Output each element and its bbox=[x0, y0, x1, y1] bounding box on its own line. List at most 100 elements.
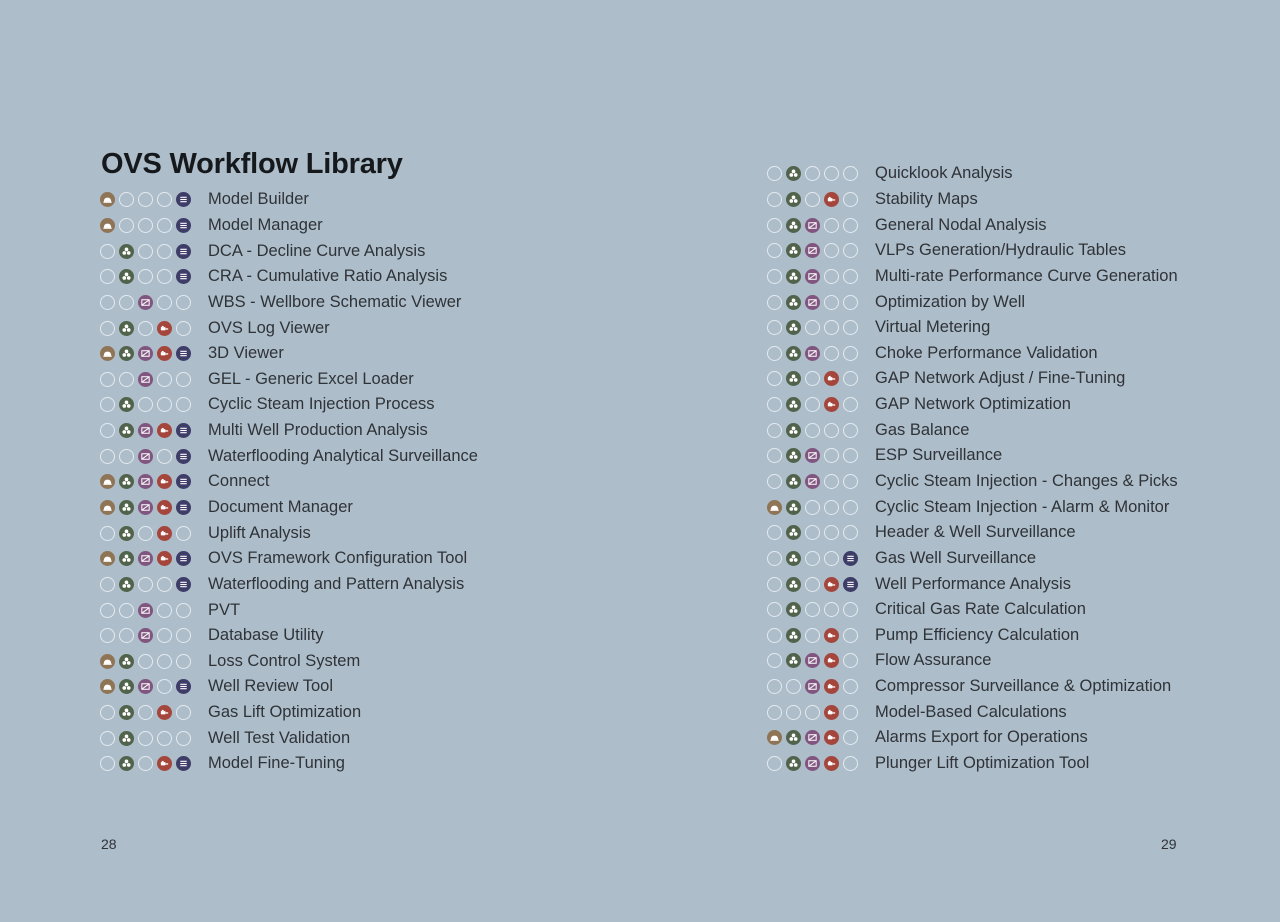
category-indicators bbox=[767, 397, 875, 413]
category-indicators bbox=[767, 756, 875, 772]
workflow-label: Well Review Tool bbox=[208, 677, 334, 696]
workflow-label: Gas Well Surveillance bbox=[875, 548, 1037, 567]
workflow-label: Plunger Lift Optimization Tool bbox=[875, 754, 1090, 773]
category-indicators bbox=[767, 345, 875, 361]
empty-circle-icon bbox=[843, 627, 858, 643]
well-icon bbox=[138, 346, 153, 362]
data-icon bbox=[176, 679, 191, 695]
workflow-label: VLPs Generation/Hydraulic Tables bbox=[875, 241, 1126, 260]
workflow-label: Waterflooding and Pattern Analysis bbox=[208, 574, 465, 593]
workflow-item: Model Fine-Tuning bbox=[100, 751, 660, 777]
category-indicators bbox=[767, 422, 875, 438]
empty-circle-icon bbox=[138, 705, 153, 721]
empty-circle-icon bbox=[767, 320, 782, 336]
reservoir-icon bbox=[119, 551, 134, 567]
empty-circle-icon bbox=[100, 243, 115, 259]
pump-icon bbox=[824, 397, 839, 413]
workflow-label: Critical Gas Rate Calculation bbox=[875, 600, 1086, 619]
workflow-label: Quicklook Analysis bbox=[875, 164, 1013, 183]
workflow-label: Header & Well Surveillance bbox=[875, 523, 1076, 542]
workflow-item: Stability Maps bbox=[767, 187, 1280, 213]
data-icon bbox=[176, 192, 191, 208]
empty-circle-icon bbox=[119, 371, 134, 387]
workflow-label: Database Utility bbox=[208, 626, 324, 645]
empty-circle-icon bbox=[767, 474, 782, 489]
workflow-item: PVT bbox=[100, 597, 660, 623]
data-icon bbox=[176, 269, 191, 285]
data-icon bbox=[176, 423, 191, 439]
category-indicators bbox=[767, 679, 875, 695]
workflow-label: Model Manager bbox=[208, 215, 323, 234]
workflow-item: GEL - Generic Excel Loader bbox=[100, 366, 660, 392]
workflow-item: Choke Performance Validation bbox=[767, 340, 1280, 366]
empty-circle-icon bbox=[138, 576, 153, 592]
well-icon bbox=[805, 217, 820, 233]
empty-circle-icon bbox=[119, 294, 134, 310]
well-icon bbox=[138, 423, 153, 439]
facility-icon bbox=[100, 474, 115, 490]
empty-circle-icon bbox=[138, 730, 153, 746]
empty-circle-icon bbox=[843, 268, 858, 284]
category-indicators bbox=[767, 320, 875, 336]
empty-circle-icon bbox=[176, 730, 191, 746]
empty-circle-icon bbox=[786, 704, 801, 720]
pump-icon bbox=[824, 627, 839, 643]
reservoir-icon bbox=[119, 269, 134, 285]
data-icon bbox=[176, 576, 191, 592]
workflow-item: Multi-rate Performance Curve Generation bbox=[767, 264, 1280, 290]
workflow-item: Plunger Lift Optimization Tool bbox=[767, 751, 1280, 777]
empty-circle-icon bbox=[767, 448, 782, 464]
workflow-label: Model Fine-Tuning bbox=[208, 754, 345, 773]
pump-icon bbox=[157, 474, 172, 490]
reservoir-icon bbox=[786, 602, 801, 618]
pump-icon bbox=[157, 551, 172, 567]
empty-circle-icon bbox=[843, 756, 858, 772]
category-indicators bbox=[100, 346, 208, 362]
workflow-item: Pump Efficiency Calculation bbox=[767, 623, 1280, 649]
empty-circle-icon bbox=[824, 268, 839, 284]
empty-circle-icon bbox=[805, 499, 820, 515]
well-icon bbox=[805, 653, 820, 669]
empty-circle-icon bbox=[157, 217, 172, 233]
empty-circle-icon bbox=[176, 371, 191, 387]
empty-circle-icon bbox=[176, 602, 191, 618]
category-indicators bbox=[767, 602, 875, 618]
workflow-label: Compressor Surveillance & Optimization bbox=[875, 677, 1172, 696]
pump-icon bbox=[824, 756, 839, 772]
empty-circle-icon bbox=[100, 602, 115, 618]
well-icon bbox=[138, 371, 153, 387]
empty-circle-icon bbox=[843, 294, 858, 310]
empty-circle-icon bbox=[767, 268, 782, 284]
workflow-item: 3D Viewer bbox=[100, 341, 660, 367]
empty-circle-icon bbox=[157, 294, 172, 310]
data-icon bbox=[843, 550, 858, 566]
empty-circle-icon bbox=[157, 371, 172, 387]
empty-circle-icon bbox=[805, 422, 820, 438]
workflow-item: Quicklook Analysis bbox=[767, 161, 1280, 187]
empty-circle-icon bbox=[824, 499, 839, 515]
empty-circle-icon bbox=[767, 191, 782, 207]
pump-icon bbox=[157, 423, 172, 439]
reservoir-icon bbox=[119, 653, 134, 669]
workflow-label: Uplift Analysis bbox=[208, 523, 311, 542]
workflow-item: Connect bbox=[100, 469, 660, 495]
empty-circle-icon bbox=[767, 602, 782, 618]
empty-circle-icon bbox=[100, 730, 115, 746]
pump-icon bbox=[157, 705, 172, 721]
empty-circle-icon bbox=[176, 705, 191, 721]
category-indicators bbox=[100, 371, 208, 387]
category-indicators bbox=[100, 217, 208, 233]
category-indicators bbox=[100, 269, 208, 285]
empty-circle-icon bbox=[767, 166, 782, 182]
category-indicators bbox=[767, 243, 875, 259]
data-icon bbox=[176, 756, 191, 772]
data-icon bbox=[176, 217, 191, 233]
workflow-item: Header & Well Surveillance bbox=[767, 520, 1280, 546]
empty-circle-icon bbox=[843, 371, 858, 387]
empty-circle-icon bbox=[805, 191, 820, 207]
reservoir-icon bbox=[786, 345, 801, 361]
reservoir-icon bbox=[786, 294, 801, 310]
workflow-label: ESP Surveillance bbox=[875, 446, 1003, 465]
empty-circle-icon bbox=[805, 525, 820, 541]
workflow-label: Virtual Metering bbox=[875, 318, 991, 337]
